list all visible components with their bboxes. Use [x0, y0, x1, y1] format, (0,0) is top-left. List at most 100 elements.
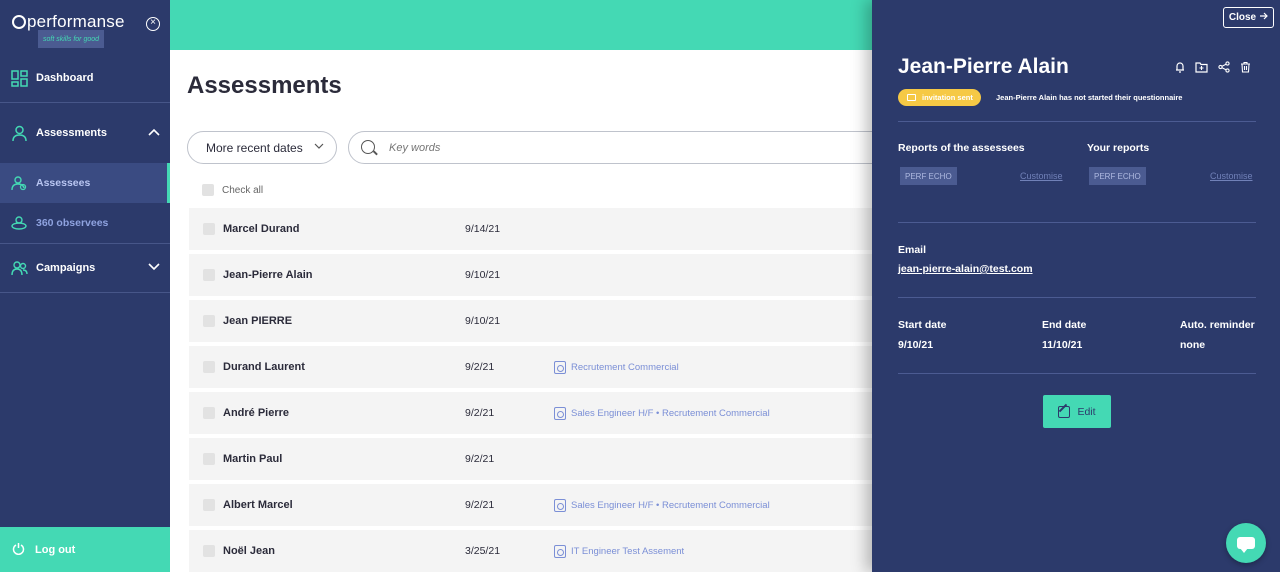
row-date: 9/2/21 — [465, 499, 495, 511]
start-date-value: 9/10/21 — [898, 339, 934, 351]
sidebar-item-label: Campaigns — [36, 262, 96, 274]
table-row[interactable]: Albert Marcel 9/2/21 Sales Engineer H/F … — [189, 484, 872, 526]
sidebar-item-label: Assessees — [36, 177, 91, 189]
row-name: André Pierre — [223, 407, 290, 419]
sidebar-divider — [0, 102, 170, 103]
folder-icon[interactable] — [1195, 60, 1208, 73]
sidebar-item-dashboard[interactable]: Dashboard — [0, 58, 170, 98]
dashboard-icon — [10, 69, 28, 87]
table-row[interactable]: Marcel Durand 9/14/21 — [189, 208, 872, 250]
table-row[interactable]: Durand Laurent 9/2/21 Recrutement Commer… — [189, 346, 872, 388]
row-campaign[interactable]: Sales Engineer H/F • Recrutement Commerc… — [554, 406, 770, 420]
close-label: Close — [1228, 12, 1257, 23]
sidebar-item-label: 360 observees — [36, 217, 109, 229]
sidebar-item-label: Dashboard — [36, 72, 94, 84]
logout-button[interactable]: Log out — [0, 527, 170, 572]
campaign-badge-icon — [554, 360, 566, 374]
chat-button[interactable] — [1226, 523, 1266, 563]
chevron-up-icon[interactable] — [148, 125, 160, 139]
sidebar: performanse soft skills for good × Dashb… — [0, 0, 170, 572]
chat-bubble-icon — [1237, 537, 1255, 553]
assessments-list: Marcel Durand 9/14/21 Jean-Pierre Alain … — [189, 208, 872, 572]
bell-icon[interactable] — [1173, 60, 1186, 73]
table-row[interactable]: André Pierre 9/2/21 Sales Engineer H/F •… — [189, 392, 872, 434]
chevron-down-icon[interactable] — [148, 260, 160, 274]
search-input[interactable] — [389, 141, 869, 154]
row-name: Noël Jean — [223, 545, 275, 557]
sidebar-close-icon[interactable]: × — [146, 17, 160, 31]
row-name: Jean PIERRE — [223, 315, 293, 327]
table-row[interactable]: Martin Paul 9/2/21 — [189, 438, 872, 480]
email-link[interactable]: jean-pierre-alain@test.com — [898, 263, 1033, 275]
close-panel-button[interactable]: Close — [1223, 7, 1274, 28]
reminder-heading: Auto. reminder — [1180, 319, 1255, 331]
row-checkbox[interactable] — [203, 545, 215, 557]
row-campaign[interactable]: Sales Engineer H/F • Recrutement Commerc… — [554, 498, 770, 512]
row-checkbox[interactable] — [203, 223, 215, 235]
table-row[interactable]: Jean-Pierre Alain 9/10/21 — [189, 254, 872, 296]
assessee-detail-panel: Close Jean-Pierre Alain invitation sent … — [872, 0, 1280, 572]
row-campaign[interactable]: Recrutement Commercial — [554, 360, 679, 374]
trash-icon[interactable] — [1239, 60, 1252, 73]
share-icon[interactable] — [1217, 60, 1230, 73]
date-sort-label: More recent dates — [206, 140, 303, 155]
logo-mark-icon — [12, 15, 26, 29]
row-date: 9/2/21 — [465, 453, 495, 465]
sidebar-item-assessees[interactable]: Assessees — [0, 163, 170, 203]
campaign-badge-icon — [554, 544, 566, 558]
person-icon — [10, 124, 28, 142]
row-checkbox[interactable] — [203, 453, 215, 465]
status-description: Jean-Pierre Alain has not started their … — [996, 93, 1183, 102]
edit-button[interactable]: Edit — [1043, 395, 1111, 428]
row-name: Martin Paul — [223, 453, 283, 465]
edit-icon — [1058, 405, 1071, 418]
row-date: 9/2/21 — [465, 361, 495, 373]
row-date: 9/10/21 — [465, 269, 501, 281]
row-campaign-label: Recrutement Commercial — [571, 361, 679, 373]
search-bar[interactable] — [348, 131, 872, 164]
logout-label: Log out — [35, 543, 76, 556]
logo-text: performanse — [27, 12, 125, 31]
arrow-right-icon — [1260, 12, 1268, 23]
customise-yours-link[interactable]: Customise — [1210, 171, 1253, 181]
logo[interactable]: performanse soft skills for good — [12, 12, 125, 48]
row-checkbox[interactable] — [203, 407, 215, 419]
row-campaign-label: Sales Engineer H/F • Recrutement Commerc… — [571, 499, 770, 511]
group-icon — [10, 259, 28, 277]
sidebar-item-campaigns[interactable]: Campaigns — [0, 248, 170, 288]
row-name: Durand Laurent — [223, 361, 305, 373]
check-all-label: Check all — [222, 184, 264, 196]
row-campaign[interactable]: IT Engineer Test Assement — [554, 544, 685, 558]
date-sort-dropdown[interactable]: More recent dates — [187, 131, 337, 164]
observees-icon — [10, 214, 28, 232]
table-row[interactable]: Noël Jean 3/25/21 IT Engineer Test Assem… — [189, 530, 872, 572]
row-name: Jean-Pierre Alain — [223, 269, 313, 281]
search-icon — [361, 140, 375, 154]
sidebar-divider — [0, 292, 170, 293]
row-checkbox[interactable] — [203, 499, 215, 511]
sidebar-item-assessments[interactable]: Assessments — [0, 113, 170, 153]
row-checkbox[interactable] — [203, 315, 215, 327]
envelope-icon — [907, 94, 916, 101]
campaign-badge-icon — [554, 406, 566, 420]
row-checkbox[interactable] — [203, 269, 215, 281]
row-name: Albert Marcel — [223, 499, 293, 511]
chevron-down-icon — [314, 141, 324, 152]
sidebar-divider — [0, 243, 170, 244]
sidebar-item-360-observees[interactable]: 360 observees — [0, 203, 170, 243]
row-checkbox[interactable] — [203, 361, 215, 373]
table-row[interactable]: Jean PIERRE 9/10/21 — [189, 300, 872, 342]
row-campaign-label: Sales Engineer H/F • Recrutement Commerc… — [571, 407, 770, 419]
end-date-heading: End date — [1042, 319, 1087, 331]
sidebar-item-label: Assessments — [36, 127, 107, 139]
customise-assessees-link[interactable]: Customise — [1020, 171, 1063, 181]
page-title: Assessments — [187, 72, 342, 99]
row-campaign-label: IT Engineer Test Assement — [571, 545, 685, 557]
reports-assessees-heading: Reports of the assessees — [898, 142, 1025, 154]
check-all[interactable]: Check all — [202, 184, 263, 196]
divider — [898, 297, 1256, 298]
assessee-name: Jean-Pierre Alain — [898, 55, 1069, 78]
email-heading: Email — [898, 244, 927, 256]
assessee-icon — [10, 174, 28, 192]
check-all-checkbox[interactable] — [202, 184, 214, 196]
